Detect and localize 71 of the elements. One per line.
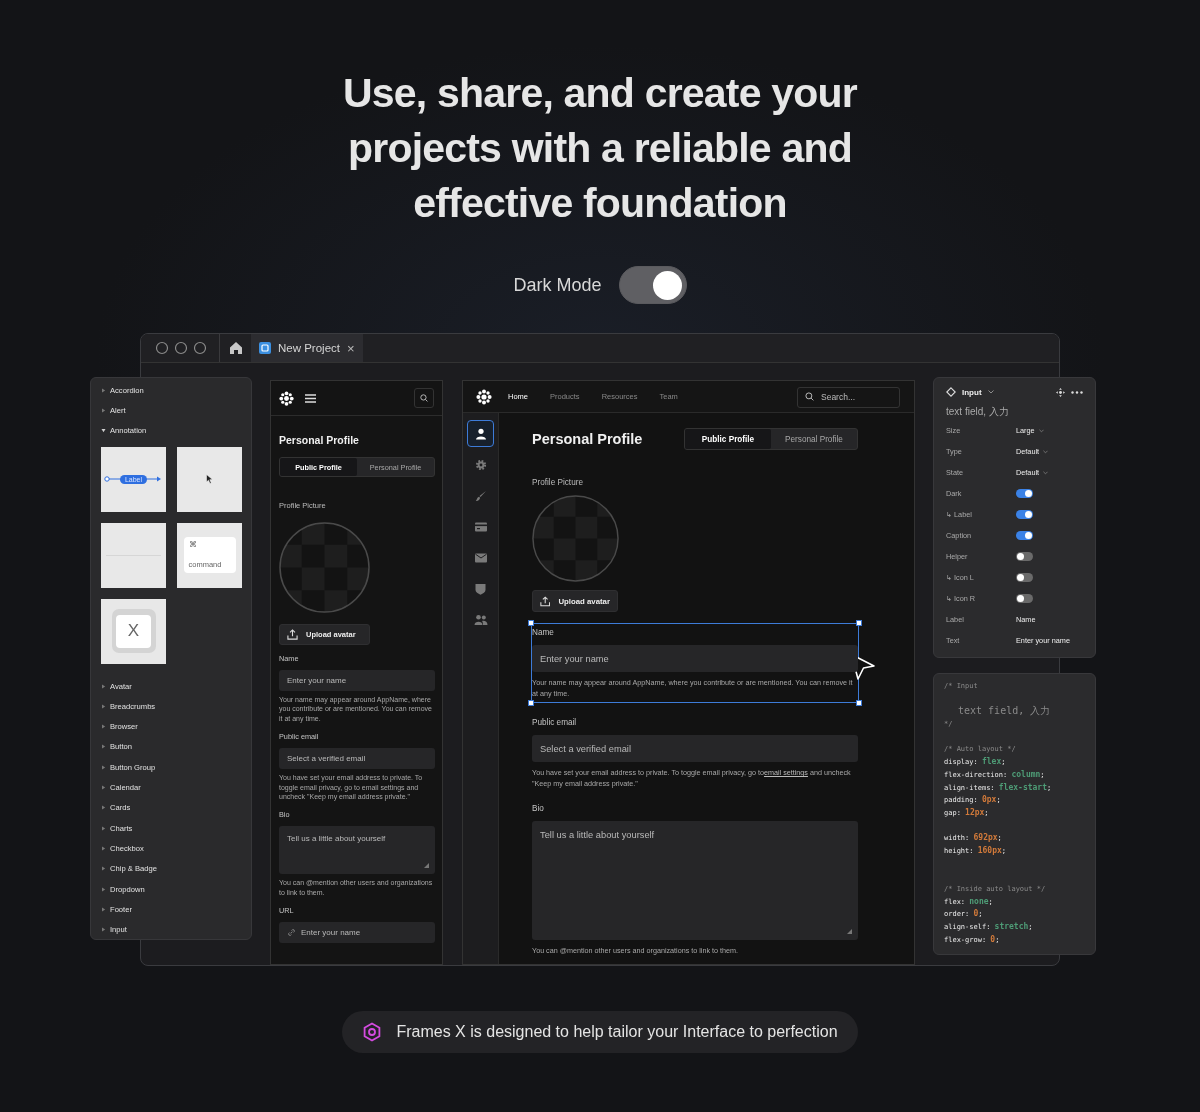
property-switch[interactable]	[1016, 573, 1033, 582]
preview-tile[interactable]	[177, 446, 242, 512]
code-value: none	[969, 896, 989, 906]
property-switch[interactable]	[1016, 489, 1033, 498]
component-description: text field, 入力	[946, 405, 1010, 419]
email-select[interactable]: Select a verified email	[279, 748, 435, 770]
close-button[interactable]: ×	[347, 340, 355, 356]
resize-grip-icon	[847, 929, 852, 934]
logo-icon[interactable]	[476, 388, 492, 405]
app-icon	[259, 342, 271, 354]
profile-tab[interactable]: Personal Profile	[771, 429, 857, 449]
people-icon	[473, 613, 488, 626]
code-value: 160px	[977, 845, 1002, 855]
property-switch[interactable]	[1016, 510, 1033, 519]
property-switch[interactable]	[1016, 594, 1033, 603]
project-tab[interactable]: New Project ×	[251, 334, 363, 362]
property-switch[interactable]	[1016, 552, 1033, 561]
bio-textarea[interactable]: Tell us a little about yourself	[532, 821, 858, 940]
tagline: Frames X is designed to help tailor your Interface to perfection	[396, 1023, 838, 1041]
shield-icon	[475, 582, 486, 595]
field-label: Public email	[532, 717, 578, 729]
mail-icon	[474, 552, 487, 563]
field-label: Bio	[532, 803, 545, 815]
preview-tile[interactable]	[101, 522, 166, 588]
mode-label: Dark Mode	[513, 274, 602, 296]
home-icon[interactable]	[229, 341, 243, 355]
search-icon	[420, 394, 428, 402]
dark-mode-switch[interactable]	[618, 266, 687, 304]
pointer-icon	[206, 474, 213, 485]
headline: Use, share, and create your projects with a reliable and effective foundation	[343, 69, 857, 228]
url-input[interactable]: Enter your name	[279, 922, 435, 944]
name-input[interactable]: Enter your name	[532, 645, 858, 672]
move-icon[interactable]	[1056, 387, 1065, 397]
code-value: flex-start	[998, 782, 1047, 792]
brush-icon	[474, 489, 487, 502]
code-comment: text field, 入力	[957, 705, 1052, 719]
hexagon-icon	[362, 1022, 383, 1042]
window-controls-icon[interactable]	[155, 341, 209, 355]
chevron-icon	[1043, 470, 1049, 475]
search-field[interactable]: Search...	[797, 386, 900, 408]
profile-tab[interactable]: Public Profile	[685, 429, 771, 449]
chevron-icon	[1038, 428, 1044, 433]
property-switch[interactable]	[1016, 531, 1033, 540]
code-value: 692px	[973, 833, 998, 843]
upload-icon	[540, 595, 551, 607]
preview-tile[interactable]: X	[101, 598, 166, 664]
page-title: Personal Profile	[532, 431, 643, 447]
person-icon	[474, 427, 487, 440]
resize-grip-icon	[424, 863, 429, 869]
field-label: Profile Picture	[532, 478, 583, 487]
bio-textarea[interactable]: Tell us a little about yourself	[279, 826, 435, 875]
upload-icon	[287, 629, 298, 640]
selection-frame[interactable]	[528, 620, 862, 706]
rail-button[interactable]	[467, 420, 494, 447]
email-select[interactable]: Select a verified email	[532, 735, 858, 762]
component-name[interactable]: Input	[962, 387, 982, 397]
component-icon	[946, 387, 956, 397]
menu-icon[interactable]	[305, 393, 316, 403]
logo-icon[interactable]	[279, 390, 294, 406]
field-label: Name	[532, 627, 555, 639]
name-input[interactable]: Enter your name	[279, 670, 435, 691]
chevron-icon[interactable]	[987, 390, 994, 394]
search-icon	[805, 392, 814, 401]
card-icon	[474, 521, 487, 532]
chevron-icon	[1043, 449, 1049, 454]
keycap: X	[111, 609, 156, 654]
page-title: Personal Profile	[279, 433, 360, 447]
more-icon[interactable]	[1071, 390, 1083, 394]
search-button[interactable]	[414, 388, 434, 408]
link-icon	[287, 928, 296, 938]
gear-icon	[474, 458, 487, 471]
